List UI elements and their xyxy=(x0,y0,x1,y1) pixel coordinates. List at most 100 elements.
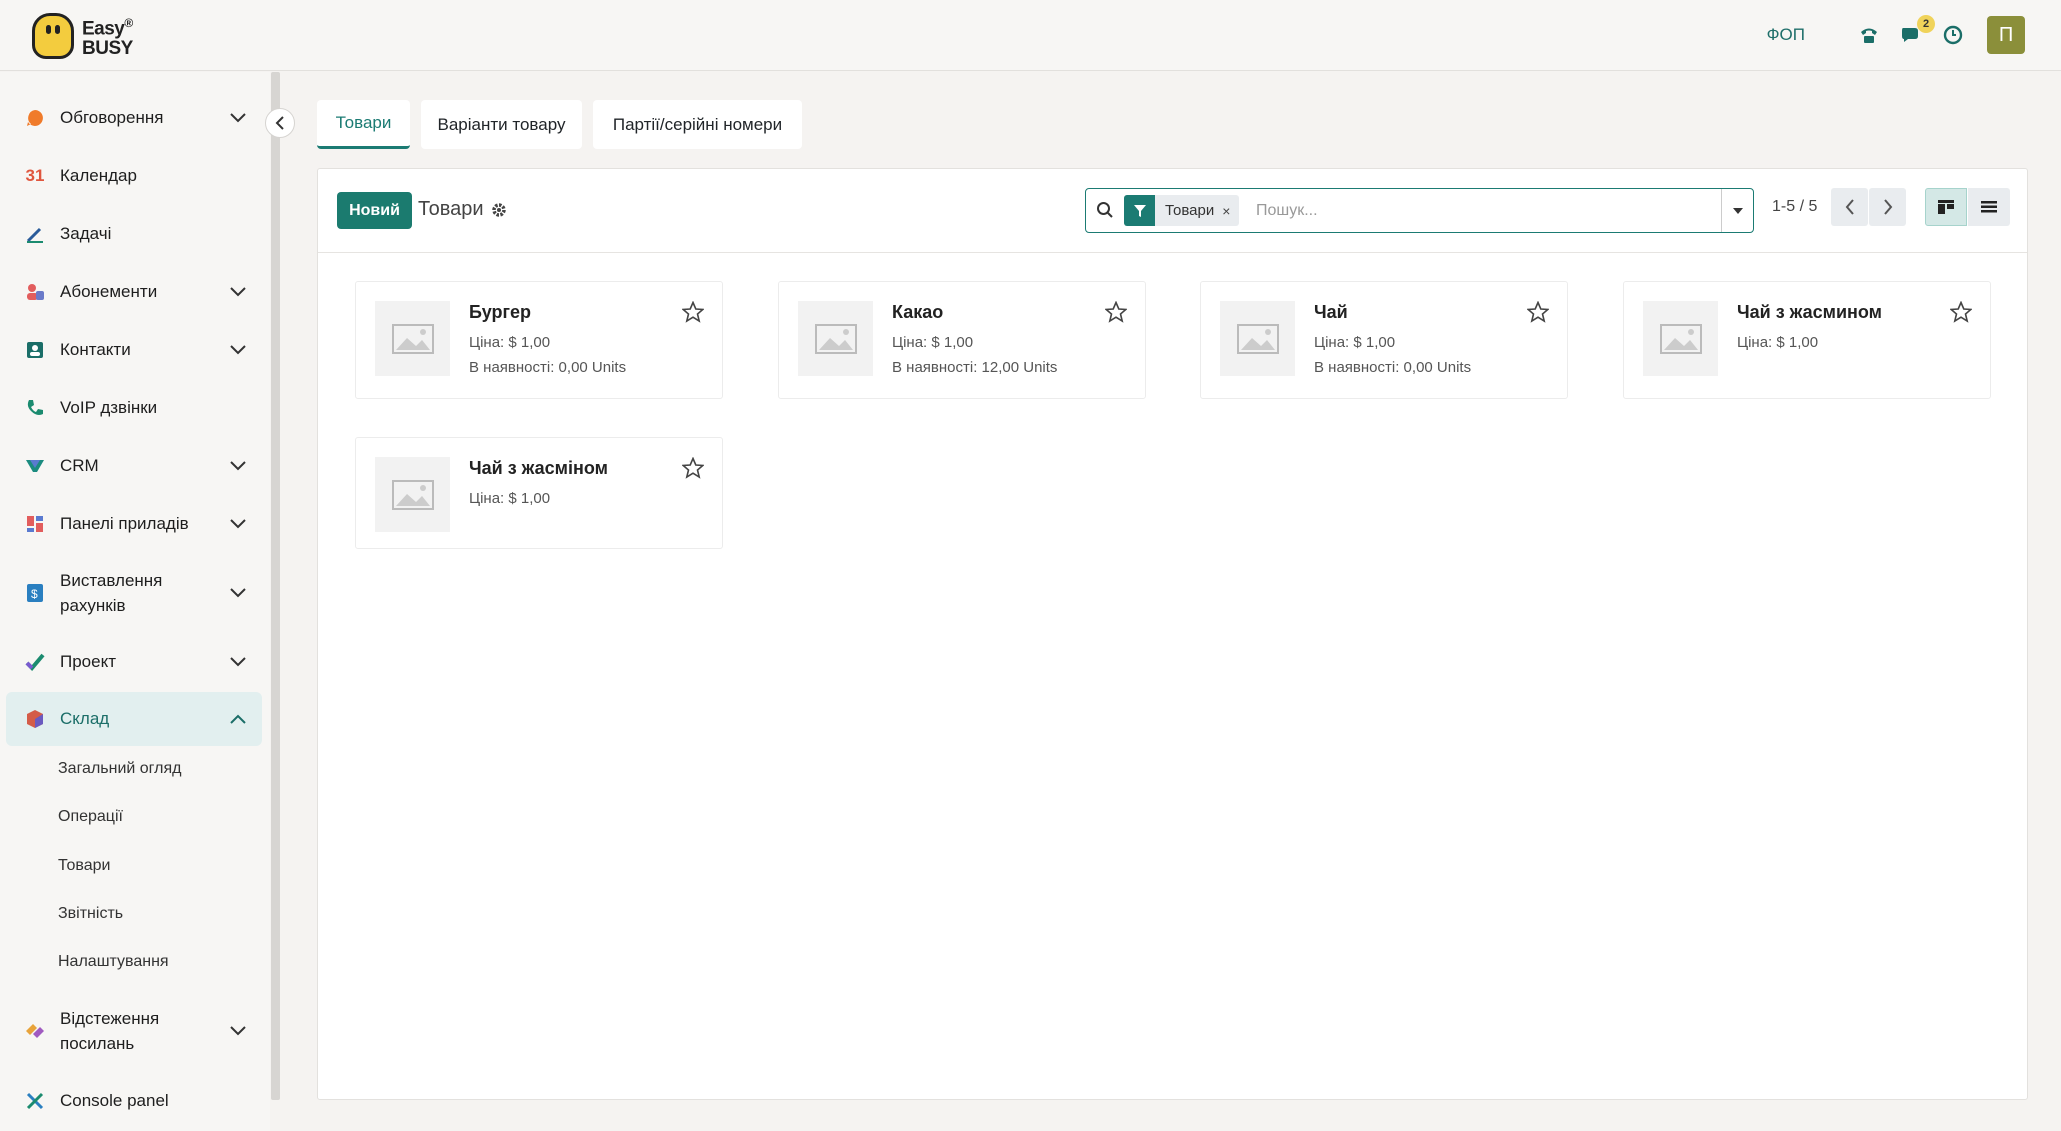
sidebar-item-label: Панелі приладів xyxy=(60,514,189,533)
sidebar-item-contacts[interactable]: Контакти xyxy=(6,330,262,370)
inventory-box-icon xyxy=(24,708,46,730)
search-facet: Товари × xyxy=(1124,195,1240,226)
product-name: Чай з жасміном xyxy=(469,458,608,478)
product-card[interactable]: Чай з жасміном Ціна: $ 1,00 xyxy=(355,437,723,549)
star-icon[interactable] xyxy=(682,301,704,323)
sidebar-item-label: VoIP дзвінки xyxy=(60,398,158,417)
chevron-down-icon xyxy=(230,519,246,529)
remove-facet-icon[interactable]: × xyxy=(1222,195,1239,226)
app-logo[interactable]: Easy® BUSY xyxy=(32,10,152,62)
sidebar-item-label-line1: Виставлення xyxy=(60,571,163,590)
product-price: Ціна: $ 1,00 xyxy=(892,334,974,351)
star-icon[interactable] xyxy=(682,457,704,479)
chevron-down-icon xyxy=(230,345,246,355)
product-card[interactable]: Бургер Ціна: $ 1,00 В наявності: 0,00 Un… xyxy=(355,281,723,399)
pager-value[interactable]: 1-5 / 5 xyxy=(1772,198,1817,216)
star-icon[interactable] xyxy=(1950,301,1972,323)
chevron-down-icon xyxy=(230,461,246,471)
submenu-item-reporting[interactable]: Звітність xyxy=(58,905,123,923)
tab-lots-serials[interactable]: Партії/серійні номери xyxy=(593,100,802,149)
product-name: Какао xyxy=(892,302,944,322)
product-card[interactable]: Чай Ціна: $ 1,00 В наявності: 0,00 Units xyxy=(1200,281,1568,399)
sidebar-item-label-line1: Відстеження xyxy=(60,1009,160,1028)
pager-previous-button[interactable] xyxy=(1831,188,1868,226)
product-stock: В наявності: 0,00 Units xyxy=(469,359,627,376)
pager-next-button[interactable] xyxy=(1869,188,1906,226)
phone-call-icon xyxy=(24,397,46,419)
page-title: Товари xyxy=(418,198,484,220)
control-panel: Новий Товари Товари × 1-5 / 5 xyxy=(318,169,2027,253)
tab-products[interactable]: Товари xyxy=(317,100,410,149)
product-name: Чай з жасмином xyxy=(1737,302,1883,322)
sidebar-item-link-tracker[interactable]: Відстеження посилань xyxy=(6,1004,262,1058)
search-options-toggle[interactable] xyxy=(1721,189,1753,232)
submenu-item-products[interactable]: Товари xyxy=(58,857,110,875)
image-placeholder-icon xyxy=(798,301,873,376)
sidebar-item-label: Абонементи xyxy=(60,282,158,301)
sidebar-item-label: Задачі xyxy=(60,224,112,243)
sidebar-scrollbar[interactable] xyxy=(271,72,280,1100)
submenu-item-settings[interactable]: Налаштування xyxy=(58,953,169,971)
sidebar-item-label: Склад xyxy=(60,709,110,728)
sidebar-item-crm[interactable]: CRM xyxy=(6,446,262,486)
product-card[interactable]: Чай з жасмином Ціна: $ 1,00 xyxy=(1623,281,1991,399)
invoice-icon: $ xyxy=(24,582,46,604)
chevron-down-icon xyxy=(230,287,246,297)
submenu-item-overview[interactable]: Загальний огляд xyxy=(58,760,182,778)
top-bar: Easy® BUSY ФОП 2 П xyxy=(0,0,2061,71)
sidebar-item-inventory[interactable]: Склад xyxy=(6,692,262,746)
dashboard-icon xyxy=(24,513,46,535)
project-check-icon xyxy=(24,651,46,673)
sidebar-item-project[interactable]: Проект xyxy=(6,642,262,682)
caret-down-icon xyxy=(1732,207,1743,214)
chevron-up-icon xyxy=(230,714,246,724)
clock-icon[interactable] xyxy=(1939,21,1967,49)
chevron-down-icon xyxy=(230,657,246,667)
product-stock: В наявності: 0,00 Units xyxy=(1314,359,1472,376)
messages-badge: 2 xyxy=(1917,15,1935,33)
product-card[interactable]: Какао Ціна: $ 1,00 В наявності: 12,00 Un… xyxy=(778,281,1146,399)
sidebar-item-discuss[interactable]: Обговорення xyxy=(6,98,262,138)
image-placeholder-icon xyxy=(1643,301,1718,376)
kanban-view-button[interactable] xyxy=(1925,188,1967,226)
sidebar-item-label: CRM xyxy=(60,456,99,475)
company-switcher[interactable]: ФОП xyxy=(1767,25,1805,45)
sidebar-item-console-panel[interactable]: Console panel xyxy=(6,1081,262,1121)
sidebar-item-tasks[interactable]: Задачі xyxy=(6,214,262,254)
star-icon[interactable] xyxy=(1105,301,1127,323)
product-name: Чай xyxy=(1314,302,1348,322)
star-icon[interactable] xyxy=(1527,301,1549,323)
search-icon[interactable] xyxy=(1096,201,1114,219)
top-right-menu: ФОП 2 П xyxy=(1767,14,2025,56)
sidebar-item-subscriptions[interactable]: Абонементи xyxy=(6,272,262,312)
chat-icon[interactable]: 2 xyxy=(1897,15,1935,49)
sidebar-collapse-button[interactable] xyxy=(265,108,295,138)
chevron-left-icon xyxy=(275,116,284,130)
sidebar-item-dashboards[interactable]: Панелі приладів xyxy=(6,504,262,544)
contacts-icon xyxy=(24,339,46,361)
calendar-icon: 31 xyxy=(24,165,46,187)
pencil-icon xyxy=(24,223,46,245)
sidebar-item-label-line2: рахунків xyxy=(60,596,126,615)
submenu-item-operations[interactable]: Операції xyxy=(58,808,123,826)
list-view-button[interactable] xyxy=(1968,188,2010,226)
sidebar-item-invoicing[interactable]: $ Виставлення рахунків xyxy=(6,566,262,620)
chevron-down-icon xyxy=(230,1026,246,1036)
search-input[interactable] xyxy=(1256,197,1696,225)
link-tracker-icon xyxy=(24,1020,46,1042)
product-price: Ціна: $ 1,00 xyxy=(469,490,551,507)
gear-icon[interactable] xyxy=(491,202,507,218)
logo-mark-icon xyxy=(32,13,74,59)
image-placeholder-icon xyxy=(1220,301,1295,376)
sidebar-item-label: Календар xyxy=(60,166,137,185)
tab-product-variants[interactable]: Варіанти товару xyxy=(421,100,582,149)
product-stock: В наявності: 12,00 Units xyxy=(892,359,1058,376)
chevron-down-icon xyxy=(230,113,246,123)
products-panel: Новий Товари Товари × 1-5 / 5 xyxy=(317,168,2028,1100)
search-facet-label: Товари xyxy=(1165,202,1215,219)
user-avatar[interactable]: П xyxy=(1987,16,2025,54)
sidebar-item-voip[interactable]: VoIP дзвінки xyxy=(6,388,262,428)
phone-icon[interactable] xyxy=(1855,21,1883,49)
sidebar-item-calendar[interactable]: 31 Календар xyxy=(6,156,262,196)
new-button[interactable]: Новий xyxy=(337,192,412,229)
